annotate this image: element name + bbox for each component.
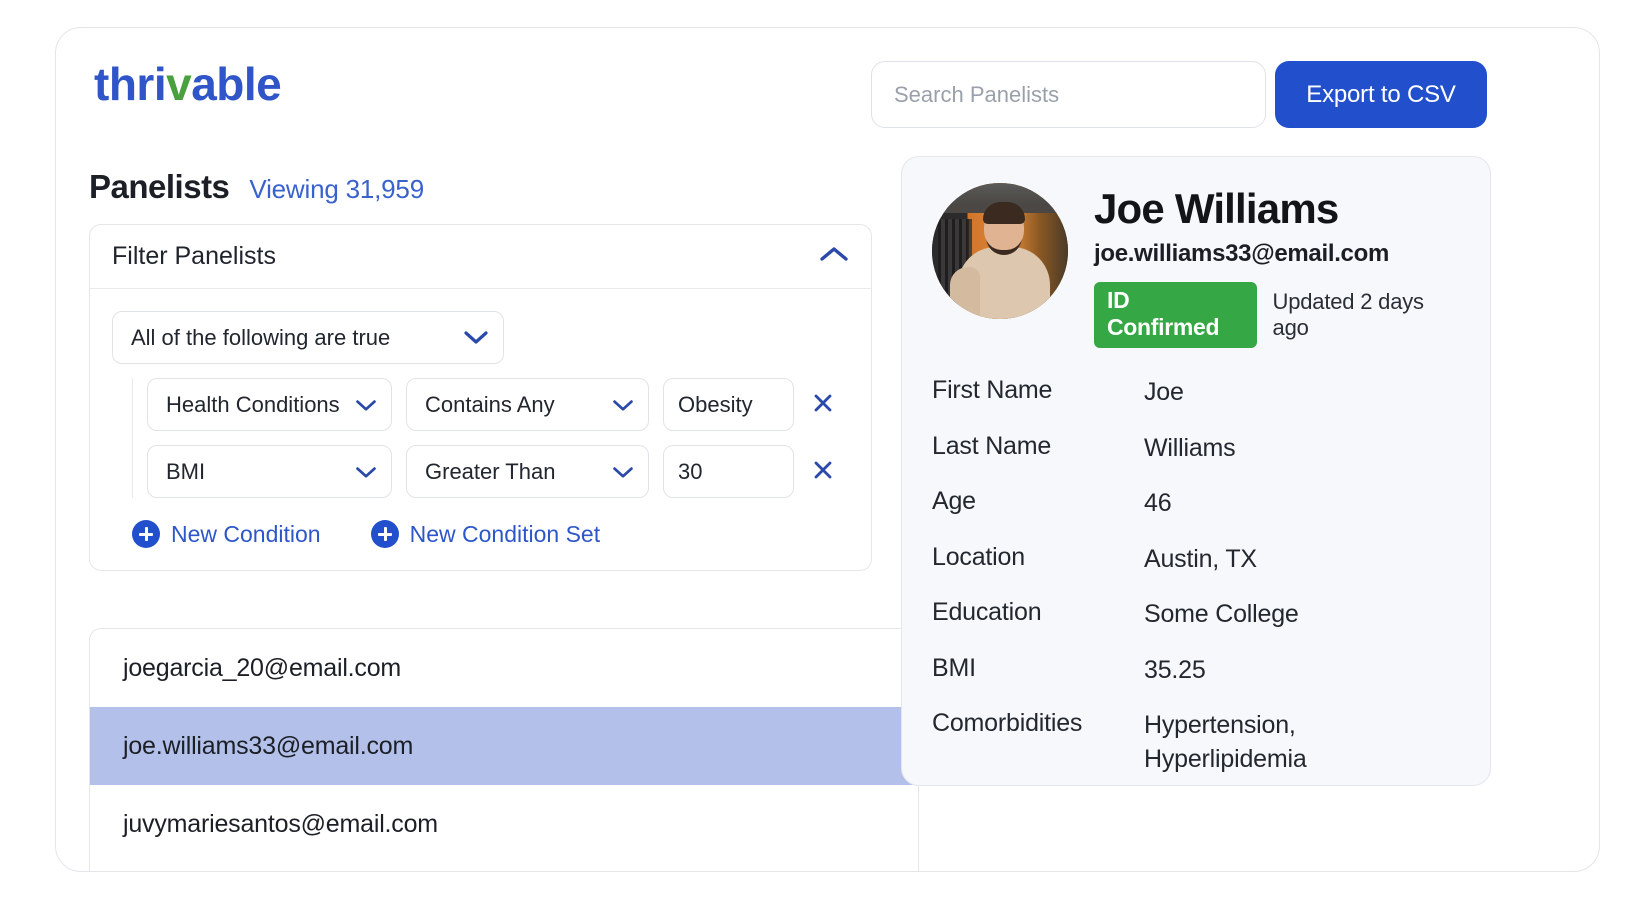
filter-actions: New Condition New Condition Set (112, 512, 849, 554)
profile-field-label: Education (932, 598, 1144, 632)
filter-panel-title: Filter Panelists (112, 242, 276, 271)
profile-field-row: First Name Joe (932, 376, 1460, 410)
remove-condition-button[interactable] (808, 457, 838, 487)
thrivable-logo: thrivable (94, 61, 281, 107)
close-icon (811, 391, 835, 418)
new-condition-set-label: New Condition Set (410, 521, 601, 548)
profile-field-row: Age 46 (932, 487, 1460, 521)
profile-field-row: Comorbidities Hypertension, Hyperlipidem… (932, 709, 1460, 776)
profile-field-label: Location (932, 543, 1144, 577)
new-condition-set-button[interactable]: New Condition Set (371, 520, 601, 548)
profile-field-value: Joe (1144, 376, 1184, 410)
condition-value-input[interactable] (663, 378, 794, 431)
profile-field-row: Location Austin, TX (932, 543, 1460, 577)
profile-field-row: Last Name Williams (932, 432, 1460, 466)
conditions-group: Health Conditions Contains Any (132, 378, 849, 498)
logo-text-part2: able (191, 58, 281, 110)
filter-panel-header[interactable]: Filter Panelists (90, 225, 871, 289)
plus-icon (132, 520, 160, 548)
remove-condition-button[interactable] (808, 390, 838, 420)
match-mode-select[interactable]: All of the following are true (112, 311, 504, 364)
profile-field-value: 35.25 (1144, 654, 1206, 688)
profile-field-label: First Name (932, 376, 1144, 410)
profile-field-label: Age (932, 487, 1144, 521)
profile-field-value: Austin, TX (1144, 543, 1257, 577)
export-to-csv-button[interactable]: Export to CSV (1275, 61, 1487, 128)
condition-operator-label: Contains Any (425, 392, 555, 418)
plus-icon (371, 520, 399, 548)
chevron-down-icon (463, 325, 489, 351)
chevron-down-icon (355, 392, 377, 418)
profile-field-row: BMI 35.25 (932, 654, 1460, 688)
chevron-down-icon (612, 392, 634, 418)
chevron-up-icon[interactable] (819, 245, 849, 268)
close-icon (811, 458, 835, 485)
avatar-person-arm (950, 267, 980, 319)
updated-timestamp: Updated 2 days ago (1273, 289, 1460, 341)
condition-operator-select[interactable]: Contains Any (406, 378, 649, 431)
filter-panel: Filter Panelists All of the following ar… (89, 224, 872, 571)
logo-accent-letter: v (166, 58, 191, 110)
condition-row: Health Conditions Contains Any (133, 378, 849, 431)
logo-text-part1: thri (94, 58, 166, 110)
profile-field-row: Education Some College (932, 598, 1460, 632)
list-item[interactable]: juvymariesantos@email.com (90, 785, 918, 863)
profile-field-label: Comorbidities (932, 709, 1144, 776)
condition-row: BMI Greater Than (133, 445, 849, 498)
chevron-down-icon (612, 459, 634, 485)
condition-field-select[interactable]: BMI (147, 445, 392, 498)
profile-fields: First Name Joe Last Name Williams Age 46… (932, 376, 1460, 776)
profile-email: joe.williams33@email.com (1094, 240, 1460, 268)
list-item[interactable]: joegarcia_20@email.com (90, 629, 918, 707)
new-condition-button[interactable]: New Condition (132, 520, 321, 548)
profile-field-value: Hypertension, Hyperlipidemia (1144, 709, 1384, 776)
profile-field-label: BMI (932, 654, 1144, 688)
page-title: Panelists (89, 168, 229, 206)
condition-field-select[interactable]: Health Conditions (147, 378, 392, 431)
panelists-heading: Panelists Viewing 31,959 (89, 168, 424, 206)
profile-field-value: Williams (1144, 432, 1235, 466)
app-window: thrivable Export to CSV Panelists Viewin… (55, 27, 1600, 872)
panelist-list: joegarcia_20@email.com joe.williams33@em… (89, 628, 919, 872)
new-condition-label: New Condition (171, 521, 321, 548)
condition-field-label: Health Conditions (166, 392, 340, 418)
condition-operator-select[interactable]: Greater Than (406, 445, 649, 498)
viewing-count: Viewing 31,959 (249, 174, 424, 205)
condition-value-input[interactable] (663, 445, 794, 498)
status-badge: ID Confirmed (1094, 282, 1257, 348)
panelist-profile-card: Joe Williams joe.williams33@email.com ID… (901, 156, 1491, 786)
avatar-person-hair (983, 202, 1025, 224)
profile-field-label: Last Name (932, 432, 1144, 466)
profile-name: Joe Williams (1094, 187, 1460, 231)
condition-operator-label: Greater Than (425, 459, 555, 485)
list-item[interactable]: joe.williams33@email.com (90, 707, 918, 785)
profile-identity-text: Joe Williams joe.williams33@email.com ID… (1094, 183, 1460, 348)
profile-status-row: ID Confirmed Updated 2 days ago (1094, 282, 1460, 348)
condition-field-label: BMI (166, 459, 205, 485)
app-header: thrivable Export to CSV (56, 28, 1599, 153)
filter-panel-body: All of the following are true Health Con… (90, 289, 871, 570)
chevron-down-icon (355, 459, 377, 485)
avatar (932, 183, 1068, 319)
match-mode-label: All of the following are true (131, 325, 390, 351)
profile-field-value: Some College (1144, 598, 1299, 632)
search-input[interactable] (871, 61, 1266, 128)
profile-field-value: 46 (1144, 487, 1171, 521)
profile-identity: Joe Williams joe.williams33@email.com ID… (932, 183, 1460, 348)
